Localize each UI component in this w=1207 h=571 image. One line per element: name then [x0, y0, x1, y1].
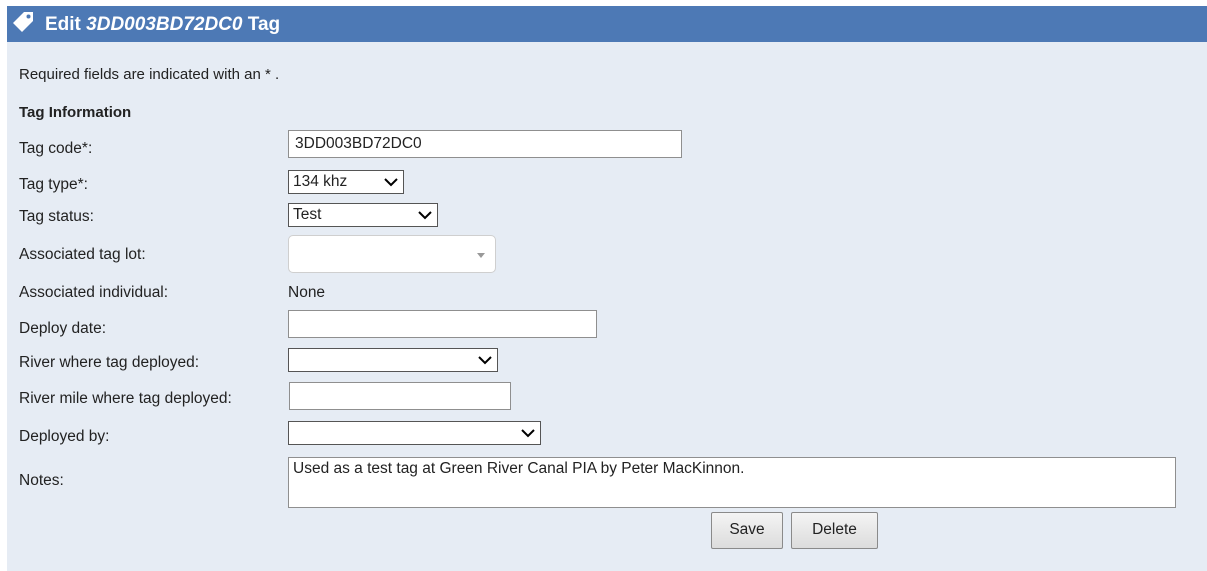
tag-lot-label: Associated tag lot: [19, 246, 146, 263]
notes-label: Notes: [19, 472, 64, 489]
caret-down-icon [477, 253, 485, 258]
deployed-by-label: Deployed by: [19, 428, 110, 445]
tag-status-select[interactable]: Test [288, 203, 438, 227]
deployed-by-select[interactable] [288, 421, 541, 445]
title-tag-code: 3DD003BD72DC0 [86, 14, 243, 35]
deploy-date-input[interactable] [288, 310, 597, 338]
title-suffix: Tag [242, 14, 281, 35]
page-title: Edit 3DD003BD72DC0 Tag [45, 14, 280, 36]
delete-button[interactable]: Delete [791, 512, 878, 549]
tag-type-label: Tag type*: [19, 176, 88, 193]
tag-code-label: Tag code*: [19, 140, 93, 157]
tag-code-input[interactable]: 3DD003BD72DC0 [288, 130, 682, 158]
tag-status-value: Test [293, 206, 322, 223]
tag-type-value: 134 khz [293, 173, 348, 190]
required-fields-note: Required fields are indicated with an * … [19, 66, 280, 83]
section-title: Tag Information [19, 104, 132, 121]
individual-value: None [288, 284, 326, 301]
tag-icon [13, 12, 33, 32]
chevron-down-icon [521, 429, 535, 438]
chevron-down-icon [418, 211, 432, 220]
river-label: River where tag deployed: [19, 354, 200, 371]
individual-label: Associated individual: [19, 284, 169, 301]
notes-textarea[interactable]: Used as a test tag at Green River Canal … [288, 457, 1176, 508]
title-prefix: Edit [45, 14, 87, 35]
tag-lot-combobox[interactable] [288, 235, 496, 273]
panel-header: Edit 3DD003BD72DC0 Tag [7, 6, 1207, 42]
river-mile-input[interactable] [289, 382, 511, 410]
river-mile-label: River mile where tag deployed: [19, 390, 232, 407]
tag-status-label: Tag status: [19, 208, 94, 225]
chevron-down-icon [384, 178, 398, 187]
edit-tag-panel: Edit 3DD003BD72DC0 Tag Required fields a… [7, 6, 1207, 571]
tag-type-select[interactable]: 134 khz [288, 170, 404, 194]
deploy-date-label: Deploy date: [19, 320, 107, 337]
save-button[interactable]: Save [711, 512, 783, 549]
river-select[interactable] [288, 348, 498, 372]
chevron-down-icon [478, 356, 492, 365]
